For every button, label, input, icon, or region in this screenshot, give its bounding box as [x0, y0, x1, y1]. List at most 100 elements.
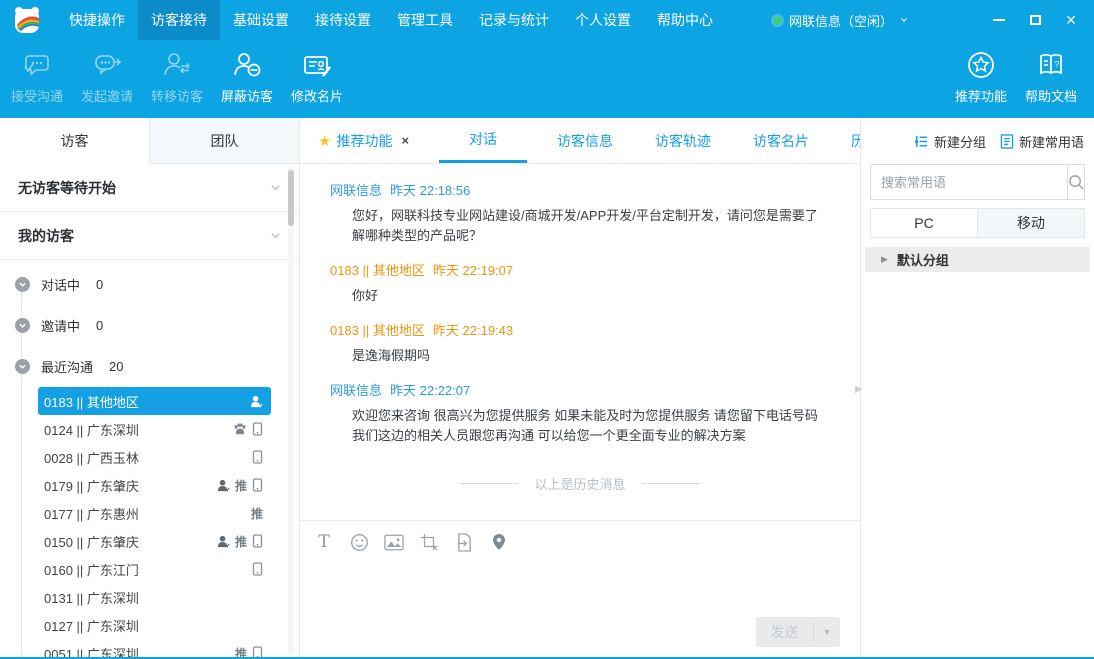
mobile-icon: [252, 562, 263, 576]
push-badge: 推: [235, 477, 247, 494]
tab-conversation[interactable]: 对话: [439, 118, 527, 163]
edit-card-button[interactable]: 修改名片: [282, 48, 352, 105]
no-visitor-waiting-label: 无访客等待开始: [18, 178, 116, 198]
tab-recommended-features[interactable]: ★ 推荐功能 ×: [316, 118, 421, 163]
person-icon: [250, 395, 263, 408]
menu-item-personal-settings[interactable]: 个人设置: [562, 0, 644, 40]
visitor-row[interactable]: 0160 || 广东江门: [38, 555, 271, 583]
visitor-row[interactable]: 0051 || 广东深圳 推: [38, 639, 271, 659]
start-invite-button[interactable]: 发起邀请: [72, 48, 142, 105]
group-collapse-icon[interactable]: [15, 318, 30, 333]
chat-message: 网联信息昨天 22:18:56 您好，网联科技专业网站建设/商城开发/APP开发…: [330, 180, 830, 246]
panel-collapse-icon[interactable]: ▶: [855, 382, 864, 398]
menu-item-management-tools[interactable]: 管理工具: [384, 0, 466, 40]
my-visitors-label: 我的访客: [18, 226, 74, 246]
tab-visitor-track[interactable]: 访客轨迹: [643, 118, 723, 163]
chevron-down-icon: [900, 16, 908, 24]
tab-visitors[interactable]: 访客: [0, 118, 149, 164]
new-group-icon: [914, 134, 929, 149]
history-divider: 以上是历史消息: [330, 474, 830, 493]
minimize-icon[interactable]: [986, 7, 1012, 33]
visitor-row[interactable]: 0131 || 广东深圳: [38, 583, 271, 611]
app-logo-icon: [12, 5, 42, 35]
visitor-row[interactable]: 0124 || 广东深圳: [38, 415, 271, 443]
mobile-icon: [252, 422, 263, 436]
menu-item-reception-settings[interactable]: 接待设置: [302, 0, 384, 40]
person-icon: [217, 535, 230, 548]
chevron-down-icon: [270, 182, 281, 193]
phrase-actions: 新建分组 新建常用语: [861, 118, 1094, 151]
message-list[interactable]: 网联信息昨天 22:18:56 您好，网联科技专业网站建设/商城开发/APP开发…: [300, 164, 860, 520]
message-text: 是逸海假期吗: [352, 346, 822, 366]
visitor-row[interactable]: 0127 || 广东深圳: [38, 611, 271, 639]
message-time: 昨天 22:19:43: [433, 323, 513, 338]
message-time: 昨天 22:22:07: [390, 383, 470, 398]
accept-chat-button[interactable]: 接受沟通: [2, 48, 72, 105]
agent-status-selector[interactable]: 网联信息（空闲）: [773, 0, 908, 40]
mobile-icon: [252, 534, 263, 548]
quick-phrases-panel: 新建分组 新建常用语 PC 移动 ▶ 默认分组: [860, 118, 1094, 659]
my-visitors-section[interactable]: 我的访客: [0, 212, 299, 260]
star-icon: ★: [318, 132, 331, 150]
default-group-label: 默认分组: [897, 250, 949, 269]
visitor-row[interactable]: 0179 || 广东肇庆 推: [38, 471, 271, 499]
help-docs-button[interactable]: ? 帮助文档: [1016, 48, 1086, 105]
group-count: 0: [96, 318, 103, 333]
visitor-row[interactable]: 0028 || 广西玉林: [38, 443, 271, 471]
maximize-icon[interactable]: [1022, 7, 1048, 33]
visitor-row[interactable]: 0177 || 广东惠州 推: [38, 499, 271, 527]
block-visitor-icon: [230, 48, 264, 82]
help-doc-icon: ?: [1034, 48, 1068, 82]
tab-pc[interactable]: PC: [871, 209, 977, 237]
chat-accept-icon: [20, 48, 54, 82]
tab-visitor-card[interactable]: 访客名片: [741, 118, 821, 163]
composer-toolbar: T: [300, 521, 860, 563]
visitor-row[interactable]: 0150 || 广东肇庆 推: [38, 527, 271, 555]
menu-item-basic-settings[interactable]: 基础设置: [220, 0, 302, 40]
menu-item-quick-actions[interactable]: 快捷操作: [56, 0, 138, 40]
tab-visitor-info[interactable]: 访客信息: [545, 118, 625, 163]
group-collapse-icon[interactable]: [15, 359, 30, 374]
send-options-caret-icon[interactable]: ▼: [814, 627, 840, 637]
recommended-features-button[interactable]: 推荐功能: [946, 48, 1016, 105]
text-format-icon[interactable]: T: [314, 532, 334, 552]
group-in-conversation[interactable]: 对话中 0: [0, 264, 299, 305]
send-button[interactable]: 发送 ▼: [756, 617, 840, 647]
search-button[interactable]: [1067, 165, 1085, 199]
group-collapse-icon[interactable]: [15, 277, 30, 292]
block-visitor-button[interactable]: 屏蔽访客: [212, 48, 282, 105]
tab-mobile[interactable]: 移动: [977, 209, 1084, 237]
emoji-icon[interactable]: [349, 532, 369, 552]
new-group-button[interactable]: 新建分组: [914, 132, 986, 151]
close-icon[interactable]: ×: [1058, 7, 1084, 33]
search-icon: [1068, 174, 1085, 191]
transfer-visitor-button[interactable]: 转移访客: [142, 48, 212, 105]
group-inviting[interactable]: 邀请中 0: [0, 305, 299, 346]
group-recent-chats[interactable]: 最近沟通 20: [0, 346, 299, 387]
mobile-icon: [252, 450, 263, 464]
new-phrase-button[interactable]: 新建常用语: [1000, 132, 1084, 151]
tab-team[interactable]: 团队: [149, 118, 299, 164]
tab-history[interactable]: 历史: [839, 118, 860, 163]
mobile-icon: [252, 478, 263, 492]
send-file-icon[interactable]: [454, 532, 474, 552]
default-group-row[interactable]: ▶ 默认分组: [865, 247, 1090, 272]
message-input[interactable]: [300, 563, 860, 615]
paw-icon: [233, 423, 247, 436]
menu-item-visitor-reception[interactable]: 访客接待: [138, 0, 220, 40]
visitor-row[interactable]: 0183 || 其他地区: [38, 387, 271, 415]
transfer-visitor-icon: [160, 48, 194, 82]
menu-item-help-center[interactable]: 帮助中心: [644, 0, 726, 40]
sidebar-scrollbar-thumb[interactable]: [288, 170, 294, 226]
push-badge: 推: [251, 505, 263, 522]
image-icon[interactable]: [384, 532, 404, 552]
push-badge: 推: [235, 533, 247, 550]
no-visitor-waiting-section[interactable]: 无访客等待开始: [0, 164, 299, 212]
screenshot-icon[interactable]: [419, 532, 439, 552]
close-tab-icon[interactable]: ×: [401, 133, 409, 148]
chevron-down-icon: [270, 230, 281, 241]
chat-area: ★ 推荐功能 × 对话 访客信息 访客轨迹 访客名片 历史 网联信息昨天 22:…: [300, 118, 860, 659]
menu-item-records-stats[interactable]: 记录与统计: [466, 0, 562, 40]
search-input[interactable]: [871, 165, 1067, 199]
location-icon[interactable]: [489, 532, 509, 552]
